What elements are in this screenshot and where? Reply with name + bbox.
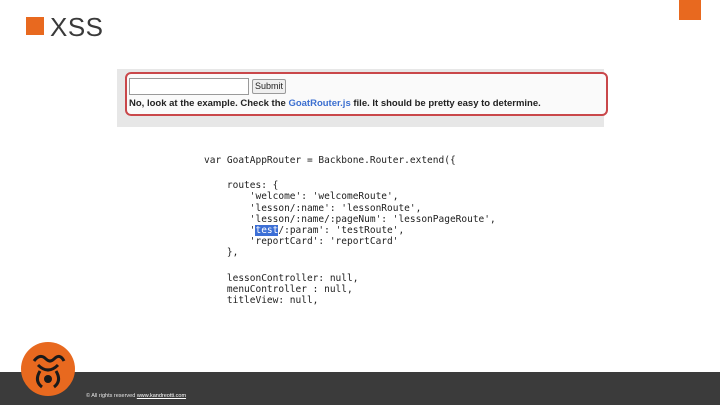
answer-input[interactable]: [129, 78, 249, 95]
code-line: lessonController: null,: [204, 272, 359, 284]
feedback-text-after: file. It should be pretty easy to determ…: [350, 98, 541, 109]
code-line: routes: {: [204, 180, 279, 192]
slide-title: XSS: [50, 12, 104, 42]
challenge-form: Submit No, look at the example. Check th…: [125, 72, 608, 116]
code-line: menuController : null,: [204, 283, 353, 295]
code-line: 'lesson/:name': 'lessonRoute',: [204, 202, 422, 214]
code-snippet: var GoatAppRouter = Backbone.Router.exte…: [204, 155, 524, 306]
challenge-screenshot: Submit No, look at the example. Check th…: [117, 69, 608, 127]
footer-bar: [0, 372, 720, 405]
code-line: 'reportCard': 'reportCard': [204, 236, 399, 248]
code-line: titleView: null,: [204, 294, 319, 306]
submit-button[interactable]: Submit: [252, 79, 286, 94]
corner-accent-box: [679, 0, 701, 20]
footer-website-link[interactable]: www.kandreotti.com: [137, 393, 186, 399]
code-text: /:param': 'testRoute',: [278, 224, 405, 236]
title-accent-square: [26, 17, 44, 35]
code-line: 'test/:param': 'testRoute',: [204, 224, 524, 236]
feedback-message: No, look at the example. Check the GoatR…: [129, 98, 541, 109]
code-line: 'welcome': 'welcomeRoute',: [204, 191, 399, 203]
logo-icon: [21, 342, 75, 396]
feedback-text-before: No, look at the example. Check the: [129, 98, 289, 109]
code-highlight: test: [255, 224, 279, 236]
footer-copyright: © All rights reserved www.kandreotti.com: [86, 393, 186, 399]
code-line: },: [204, 247, 239, 259]
code-line: 'lesson/:name/:pageNum': 'lessonPageRout…: [204, 213, 496, 225]
code-line: var GoatAppRouter = Backbone.Router.exte…: [204, 155, 456, 166]
footer-copyright-text: © All rights reserved: [86, 393, 137, 399]
code-text: ': [204, 224, 256, 236]
goatrouter-link[interactable]: GoatRouter.js: [288, 98, 350, 109]
